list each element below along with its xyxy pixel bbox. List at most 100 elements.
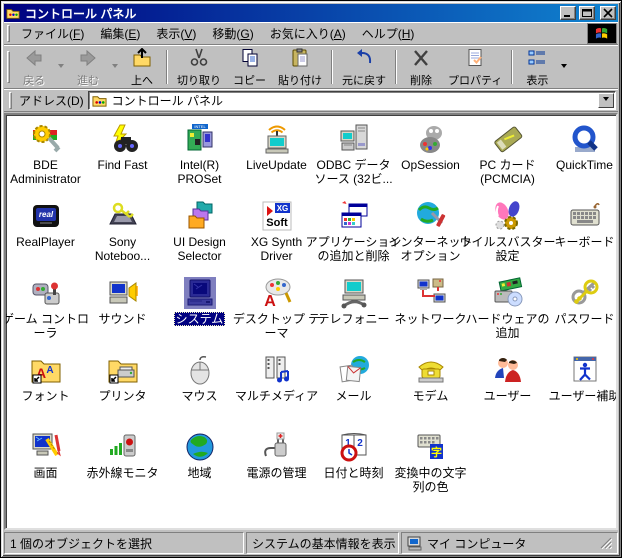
svg-text:real: real [38,210,53,219]
icon-opsession[interactable]: OpSession [392,120,469,197]
toolbar-button-copy[interactable]: コピー [227,47,272,87]
toolbar-button-properties[interactable]: プロパティ [442,47,508,87]
icon-label: ハードウェアの追加 [466,312,550,340]
icon-bde-administrator[interactable]: BDEAdministrator [7,120,84,197]
icon-odbc-data-sources[interactable]: ODBC データソース (32ビ... [315,120,392,197]
icon-add-hardware[interactable]: ハードウェアの追加 [469,274,546,351]
windows-logo-icon [587,23,617,44]
icon-quicktime[interactable]: QuickTime [546,120,618,197]
folder-fonts-icon: AA [30,354,62,386]
toolbar-button-up-folder[interactable]: 上へ [121,47,163,87]
icon-printers[interactable]: プリンタ [84,351,161,428]
paste-icon [290,48,310,71]
icon-system[interactable]: システム [161,274,238,351]
network-computers-icon [415,277,447,309]
toolbar-button-label: 表示 [526,72,548,88]
icon-label: ユーザー補助 [549,389,618,403]
close-button[interactable] [600,6,616,20]
icon-passwords[interactable]: パスワード [546,274,618,351]
toolbar-button-undo[interactable]: 元に戻す [336,47,392,87]
icon-date-time[interactable]: 12日付と時刻 [315,428,392,505]
control-panel-folder-icon [92,93,108,108]
globe-icon [184,431,216,463]
maximize-button[interactable] [579,6,595,20]
telephone-icon [415,354,447,386]
stacked-folders-icon [184,200,216,232]
toolbar-button-label: プロパティ [448,72,502,88]
icon-internet-options[interactable]: インターネットオプション [392,197,469,274]
icon-add-remove-programs[interactable]: アプリケーションの追加と削除 [315,197,392,274]
icon-power-management[interactable]: 電源の管理 [238,428,315,505]
icon-label: 赤外線モニタ [86,466,158,480]
icon-label: キーボード [554,235,614,249]
toolbar-button-paste[interactable]: 貼り付け [272,47,328,87]
svg-text:XG: XG [276,204,288,213]
icon-regional-settings[interactable]: 地域 [161,428,238,505]
icon-label: Intel(R)PROSet [177,158,221,186]
icon-mouse[interactable]: マウス [161,351,238,428]
icon-sounds[interactable]: サウンド [84,274,161,351]
menu-h[interactable]: ヘルプ(H) [354,22,423,45]
menu-g[interactable]: 移動(G) [204,22,261,45]
chevron-down-icon[interactable] [58,64,64,71]
menu-e[interactable]: 編集(E) [92,22,148,45]
icon-sony-notebook-setup[interactable]: SonyNoteboo... [84,197,161,274]
icon-label: ゲーム コントローラ [4,312,89,340]
icon-liveupdate[interactable]: LiveUpdate [238,120,315,197]
toolbar-button-views[interactable]: 表示 [516,47,558,87]
icon-network[interactable]: ネットワーク [392,274,469,351]
toolbar-button-label: 切り取り [177,72,221,88]
computer-antenna-icon [261,123,293,155]
icon-display[interactable]: 画面 [7,428,84,505]
icon-accessibility[interactable]: ユーザー補助 [546,351,618,428]
icon-virusbuster-settings[interactable]: ウイルスバスター設定 [469,197,546,274]
mail-globe-icon [338,354,370,386]
menu-a[interactable]: お気に入り(A) [262,22,354,45]
icon-modem[interactable]: モデム [392,351,469,428]
icon-game-controllers[interactable]: ゲーム コントローラ [7,274,84,351]
titlebar[interactable]: コントロール パネル [4,4,618,22]
icon-desktop-themes[interactable]: Aデスクトップ テーマ [238,274,315,351]
icon-label: ODBC データソース (32ビ... [314,158,392,186]
addressbar-grip[interactable] [9,92,12,108]
toolbar-button-label: 削除 [410,72,432,88]
menu-v[interactable]: 表示(V) [148,22,204,45]
icon-xg-synth-driver[interactable]: XGSoftXG SynthDriver [238,197,315,274]
folder-printer-icon [107,354,139,386]
minimize-button[interactable] [560,6,576,20]
keys-icon [569,277,601,309]
icon-conversion-string-color[interactable]: 字変換中の文字列の色 [392,428,469,505]
toolbar-grip[interactable] [7,51,10,82]
icon-keyboard[interactable]: キーボード [546,197,618,274]
icon-realplayer[interactable]: realRealPlayer [7,197,84,274]
icon-ui-design-selector[interactable]: UI DesignSelector [161,197,238,274]
icon-label: UI DesignSelector [173,235,226,263]
gamepad-icon [30,277,62,309]
toolbar-button-cut[interactable]: 切り取り [171,47,227,87]
menu-f[interactable]: ファイル(F) [13,22,92,45]
address-dropdown-button[interactable] [598,93,614,108]
toolbar-button-delete[interactable]: 削除 [400,47,442,87]
icon-label: メール [335,389,371,403]
icon-infrared-monitor[interactable]: 赤外線モニタ [84,428,161,505]
icon-label: BDEAdministrator [10,158,81,186]
chevron-down-icon[interactable] [112,64,118,71]
icon-users[interactable]: ユーザー [469,351,546,428]
icon-label: モデム [413,389,449,403]
resize-grip[interactable] [599,537,612,549]
icon-multimedia[interactable]: マルチメディア [238,351,315,428]
menubar-grip[interactable] [7,25,10,41]
icon-mail[interactable]: メール [315,351,392,428]
chevron-down-icon[interactable] [561,64,567,71]
icon-fonts[interactable]: AAフォント [7,351,84,428]
icon-find-fast[interactable]: Find Fast [84,120,161,197]
address-label: アドレス(D) [19,92,84,109]
toolbar-button-label: 元に戻す [342,72,386,88]
icon-telephony[interactable]: テレフォニー [315,274,392,351]
address-combo[interactable]: コントロール パネル [88,91,616,110]
icon-pc-card-pcmcia[interactable]: PC カード(PCMCIA) [469,120,546,197]
icon-intel-proset[interactable]: INTELIntel(R)PROSet [161,120,238,197]
menu-bar: ファイル(F)編集(E)表示(V)移動(G)お気に入り(A)ヘルプ(H) [4,22,618,45]
toolbar-button-label: 上へ [131,72,153,88]
realplayer-icon: real [30,200,62,232]
